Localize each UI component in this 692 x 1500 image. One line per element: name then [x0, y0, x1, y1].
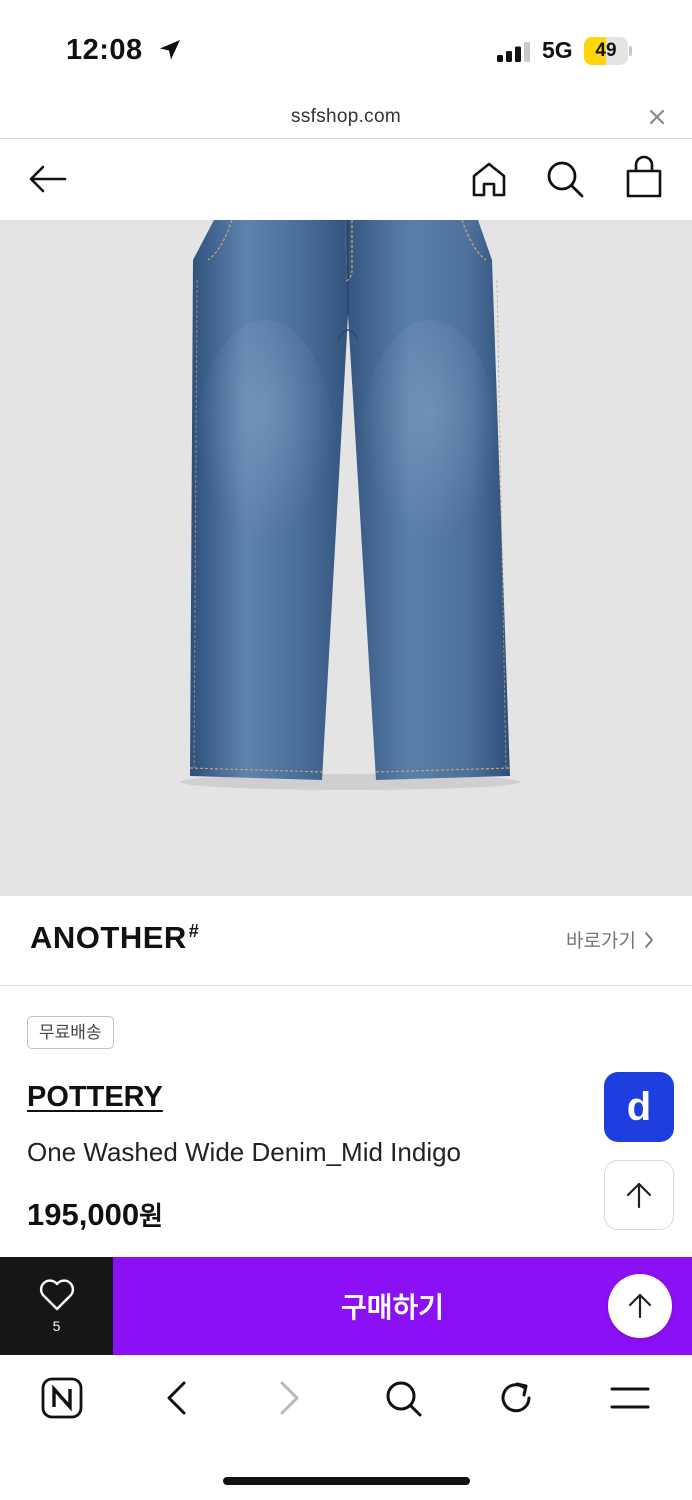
search-icon[interactable]: [378, 1373, 428, 1423]
battery-level: 49: [595, 40, 617, 61]
brand-shortcut-link[interactable]: 바로가기: [566, 926, 654, 953]
product-image[interactable]: [0, 220, 692, 896]
product-price: 195,000원: [27, 1196, 163, 1233]
forward-chevron-icon[interactable]: [265, 1373, 315, 1423]
buy-button[interactable]: 구매하기: [113, 1257, 692, 1355]
price-value: 195,000: [27, 1197, 140, 1232]
back-chevron-icon[interactable]: [151, 1373, 201, 1423]
brand-logo-mark: #: [188, 921, 200, 941]
home-icon[interactable]: [467, 157, 511, 201]
arrow-up-icon: [626, 1182, 652, 1209]
cellular-signal-icon: [497, 42, 531, 67]
free-shipping-badge: 무료배송: [27, 1016, 114, 1049]
close-icon[interactable]: [646, 106, 668, 128]
product-name: One Washed Wide Denim_Mid Indigo: [27, 1137, 462, 1167]
scroll-up-circle-button[interactable]: [608, 1274, 672, 1338]
denim-jeans-illustration: [180, 220, 520, 790]
app-header: [0, 139, 692, 219]
price-currency: 원: [139, 1201, 163, 1231]
chevron-right-icon: [645, 931, 653, 948]
d-app-button[interactable]: d: [604, 1072, 674, 1142]
browser-toolbar: [0, 1356, 692, 1446]
arrow-up-icon: [628, 1293, 652, 1319]
url-bar[interactable]: ssfshop.com: [0, 100, 692, 139]
menu-icon[interactable]: [605, 1373, 655, 1423]
heart-icon: [39, 1279, 74, 1311]
purchase-bar: 5 구매하기: [0, 1257, 692, 1355]
status-bar: 12:08 5G 49: [0, 0, 692, 100]
brand-shortcut-label: 바로가기: [566, 931, 636, 952]
product-brand-link[interactable]: POTTERY: [27, 1081, 163, 1114]
shopping-bag-icon[interactable]: [622, 155, 666, 199]
search-icon[interactable]: [543, 157, 587, 201]
url-domain[interactable]: ssfshop.com: [0, 106, 692, 128]
naver-n-icon[interactable]: [37, 1373, 87, 1423]
back-arrow-icon[interactable]: [26, 157, 70, 201]
wishlist-button[interactable]: 5: [0, 1257, 113, 1355]
network-type: 5G: [542, 37, 573, 63]
brand-row[interactable]: ANOTHER # 바로가기: [0, 896, 692, 986]
clock: 12:08: [66, 34, 143, 66]
brand-logo-text: ANOTHER: [30, 920, 187, 955]
d-app-label: d: [626, 1084, 652, 1129]
battery-icon: 49: [584, 37, 632, 65]
wishlist-count: 5: [52, 1318, 61, 1334]
location-arrow-icon: [158, 38, 182, 67]
home-indicator: [223, 1477, 470, 1485]
scroll-to-top-button[interactable]: [604, 1160, 674, 1230]
brand-logo[interactable]: ANOTHER #: [30, 920, 199, 956]
reload-icon[interactable]: [491, 1373, 541, 1423]
